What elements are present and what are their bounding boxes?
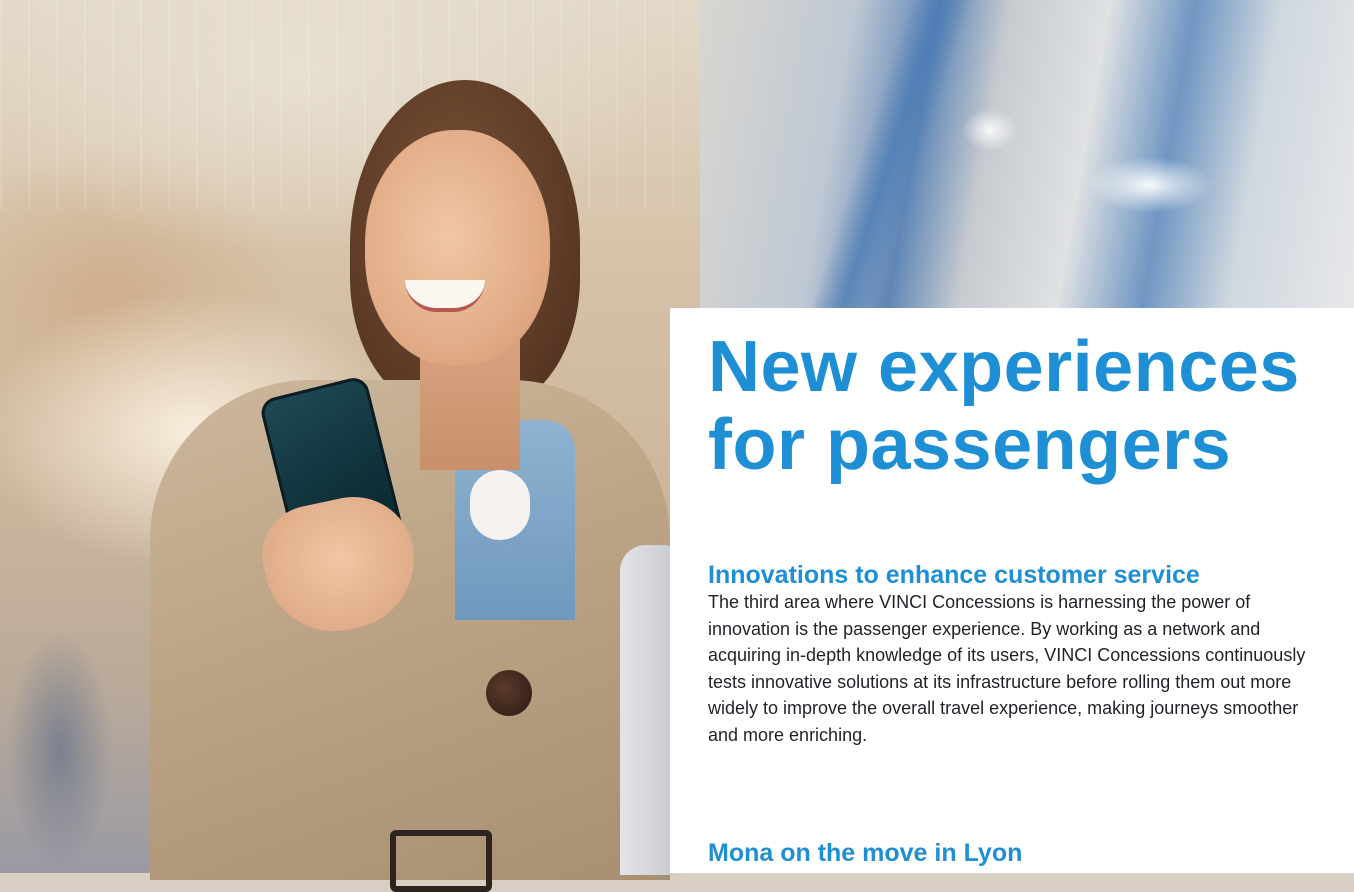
headline-line-2: for passengers <box>708 405 1232 485</box>
tote-bag <box>620 545 675 875</box>
white-tee <box>470 470 530 540</box>
ceiling-texture <box>0 0 700 210</box>
coat-belt-buckle <box>390 830 492 892</box>
coat-button <box>486 670 532 716</box>
section-body-innovations: The third area where VINCI Concessions i… <box>708 592 1306 745</box>
woman-face <box>365 130 550 365</box>
section-title-mona: Mona on the move in Lyon <box>708 839 1023 867</box>
headline-line-1: New experiences <box>708 327 1300 407</box>
page-title: New experiences for passengers <box>708 328 1348 484</box>
article-panel: New experiences for passengers Innovatio… <box>670 308 1354 873</box>
section-title-innovations: Innovations to enhance customer service <box>708 561 1200 589</box>
background-person <box>0 580 150 873</box>
terminal-background <box>700 0 1354 310</box>
trench-coat <box>150 380 670 880</box>
